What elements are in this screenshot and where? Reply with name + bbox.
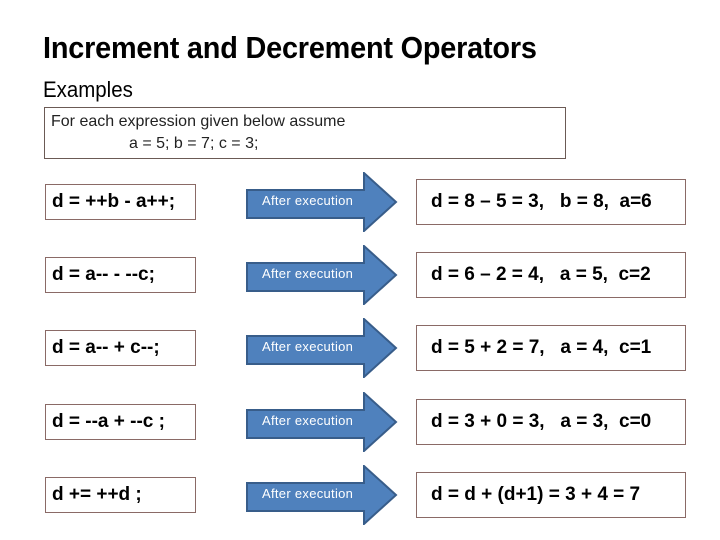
result-text: d = 5 + 2 = 7, a = 4, c=1	[431, 337, 652, 358]
assumption-text: For each expression given below assume	[51, 113, 346, 130]
result-box: d = 3 + 0 = 3, a = 3, c=0	[416, 399, 686, 445]
initial-values-text: a = 5; b = 7; c = 3;	[129, 135, 259, 152]
page-subtitle: Examples	[43, 77, 133, 102]
arrow-label: After execution	[262, 339, 354, 354]
page-title: Increment and Decrement Operators	[43, 30, 537, 65]
result-box: d = 8 – 5 = 3, b = 8, a=6	[416, 179, 686, 225]
expression-text: d = a-- + c--;	[52, 337, 160, 358]
expression-box: d = --a + --c ;	[45, 404, 196, 440]
result-text: d = 6 – 2 = 4, a = 5, c=2	[431, 264, 651, 285]
result-text: d = d + (d+1) = 3 + 4 = 7	[431, 484, 641, 505]
expression-text: d = a-- - --c;	[52, 264, 155, 285]
example-row: d = a-- - --c; After execution d = 6 – 2 =…	[0, 245, 720, 305]
expression-box: d = a-- + c--;	[45, 330, 196, 366]
arrow-label: After execution	[262, 413, 354, 428]
result-box: d = d + (d+1) = 3 + 4 = 7	[416, 472, 686, 518]
expression-text: d += ++d ;	[52, 484, 142, 505]
expression-text: d = ++b - a++;	[52, 191, 176, 212]
expression-text: d = --a + --c ;	[52, 411, 165, 432]
example-row: d = a-- + c--; After execution d = 5 + 2 =…	[0, 318, 720, 378]
result-text: d = 8 – 5 = 3, b = 8, a=6	[431, 191, 652, 212]
expression-box: d += ++d ;	[45, 477, 196, 513]
result-text: d = 3 + 0 = 3, a = 3, c=0	[431, 411, 652, 432]
arrow-label: After execution	[262, 266, 354, 281]
example-row: d = ++b - a++; After execution d = 8 – 5 =…	[0, 172, 720, 232]
example-row: d = --a + --c ; After execution d = 3 + 0 …	[0, 392, 720, 452]
expression-box: d = a-- - --c;	[45, 257, 196, 293]
assumption-box: For each expression given below assume a…	[44, 107, 566, 159]
example-row: d += ++d ; After execution d = d + (d+1) =…	[0, 465, 720, 525]
arrow-label: After execution	[262, 193, 354, 208]
expression-box: d = ++b - a++;	[45, 184, 196, 220]
arrow-label: After execution	[262, 486, 354, 501]
result-box: d = 5 + 2 = 7, a = 4, c=1	[416, 325, 686, 371]
result-box: d = 6 – 2 = 4, a = 5, c=2	[416, 252, 686, 298]
